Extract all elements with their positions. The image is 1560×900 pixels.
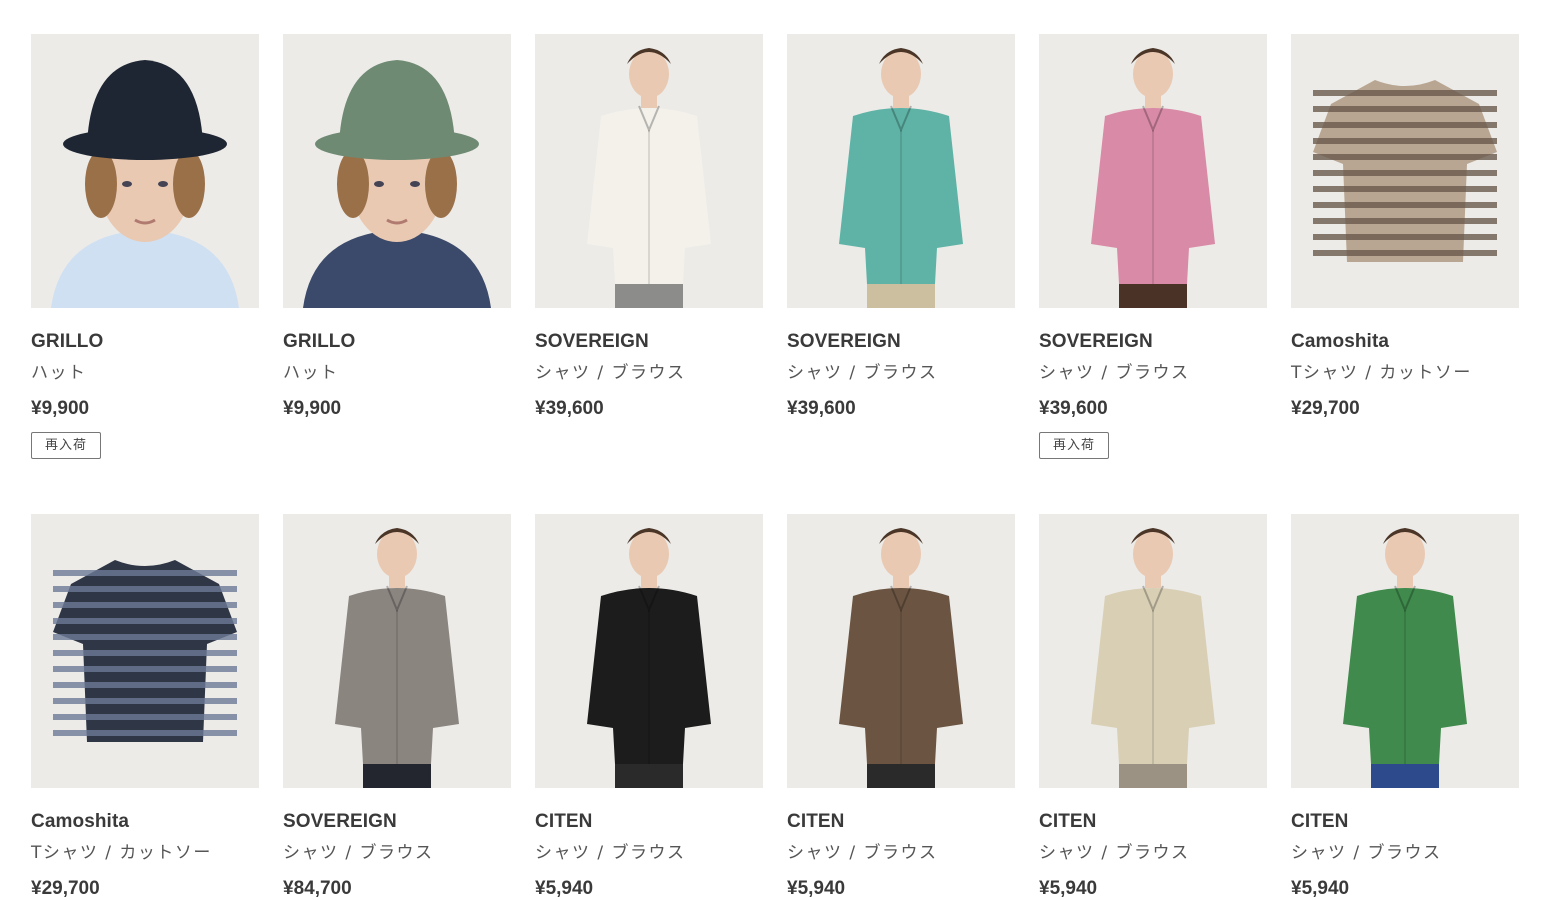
- product-brand[interactable]: CITEN: [535, 810, 763, 834]
- product-category: Tシャツ / カットソー: [1291, 363, 1472, 383]
- product-brand[interactable]: Camoshita: [31, 810, 259, 834]
- product-price: ¥9,900: [31, 398, 90, 419]
- product-price: ¥5,940: [1291, 878, 1350, 899]
- product-card[interactable]: SOVEREIGN シャツ / ブラウス ¥39,600 再入荷: [1039, 34, 1267, 459]
- product-price: ¥29,700: [1291, 398, 1360, 419]
- restock-badge: 再入荷: [1039, 432, 1110, 459]
- pink-shirt-image: [1039, 34, 1267, 308]
- brown-open-collar-shirt-image: [787, 514, 1015, 788]
- product-category: シャツ / ブラウス: [1039, 843, 1190, 863]
- product-image[interactable]: [535, 34, 763, 308]
- restock-badge: 再入荷: [31, 432, 102, 459]
- brown-stripe-tee-image: [1291, 34, 1519, 308]
- product-grid: GRILLO ハット ¥9,900 再入荷 GRILLO ハット ¥9,900 …: [0, 0, 1560, 900]
- product-card[interactable]: GRILLO ハット ¥9,900 再入荷: [31, 34, 259, 459]
- product-price: ¥5,940: [787, 878, 846, 899]
- product-category: シャツ / ブラウス: [535, 363, 686, 383]
- product-card[interactable]: CITEN シャツ / ブラウス ¥5,940: [787, 514, 1015, 900]
- product-image[interactable]: [1291, 514, 1519, 788]
- product-image[interactable]: [31, 34, 259, 308]
- product-card[interactable]: SOVEREIGN シャツ / ブラウス ¥39,600: [535, 34, 763, 421]
- product-category: シャツ / ブラウス: [283, 843, 434, 863]
- green-open-collar-shirt-image: [1291, 514, 1519, 788]
- product-category: ハット: [31, 363, 87, 383]
- product-brand[interactable]: CITEN: [787, 810, 1015, 834]
- product-image[interactable]: [31, 514, 259, 788]
- product-category: シャツ / ブラウス: [1291, 843, 1442, 863]
- product-image[interactable]: [1039, 514, 1267, 788]
- product-card[interactable]: CITEN シャツ / ブラウス ¥5,940: [1039, 514, 1267, 900]
- product-card[interactable]: Camoshita Tシャツ / カットソー ¥29,700: [1291, 34, 1519, 421]
- product-category: シャツ / ブラウス: [535, 843, 686, 863]
- green-bucket-hat-image: [283, 34, 511, 308]
- product-price: ¥29,700: [31, 878, 100, 899]
- product-price: ¥39,600: [1039, 398, 1108, 419]
- product-price: ¥39,600: [535, 398, 604, 419]
- product-image[interactable]: [283, 34, 511, 308]
- teal-shirt-image: [787, 34, 1015, 308]
- product-category: シャツ / ブラウス: [787, 843, 938, 863]
- product-image[interactable]: [787, 514, 1015, 788]
- product-brand[interactable]: SOVEREIGN: [283, 810, 511, 834]
- product-category: シャツ / ブラウス: [1039, 363, 1190, 383]
- product-price: ¥84,700: [283, 878, 352, 899]
- product-price: ¥39,600: [787, 398, 856, 419]
- product-brand[interactable]: CITEN: [1039, 810, 1267, 834]
- product-price: ¥5,940: [535, 878, 594, 899]
- product-brand[interactable]: SOVEREIGN: [787, 330, 1015, 354]
- product-brand[interactable]: GRILLO: [283, 330, 511, 354]
- product-image[interactable]: [787, 34, 1015, 308]
- product-price: ¥5,940: [1039, 878, 1098, 899]
- product-price: ¥9,900: [283, 398, 342, 419]
- navy-bucket-hat-image: [31, 34, 259, 308]
- product-image[interactable]: [283, 514, 511, 788]
- product-card[interactable]: CITEN シャツ / ブラウス ¥5,940: [1291, 514, 1519, 900]
- black-open-collar-shirt-image: [535, 514, 763, 788]
- product-card[interactable]: SOVEREIGN シャツ / ブラウス ¥84,700: [283, 514, 511, 900]
- product-image[interactable]: [1291, 34, 1519, 308]
- product-card[interactable]: SOVEREIGN シャツ / ブラウス ¥39,600: [787, 34, 1015, 421]
- product-card[interactable]: CITEN シャツ / ブラウス ¥5,940: [535, 514, 763, 900]
- product-brand[interactable]: GRILLO: [31, 330, 259, 354]
- product-image[interactable]: [535, 514, 763, 788]
- product-card[interactable]: Camoshita Tシャツ / カットソー ¥29,700: [31, 514, 259, 900]
- navy-stripe-tee-image: [31, 514, 259, 788]
- product-brand[interactable]: SOVEREIGN: [1039, 330, 1267, 354]
- product-category: Tシャツ / カットソー: [31, 843, 212, 863]
- white-shirt-image: [535, 34, 763, 308]
- beige-open-collar-shirt-image: [1039, 514, 1267, 788]
- product-card[interactable]: GRILLO ハット ¥9,900: [283, 34, 511, 421]
- product-brand[interactable]: SOVEREIGN: [535, 330, 763, 354]
- check-jacket-image: [283, 514, 511, 788]
- product-brand[interactable]: CITEN: [1291, 810, 1519, 834]
- product-brand[interactable]: Camoshita: [1291, 330, 1519, 354]
- product-category: シャツ / ブラウス: [787, 363, 938, 383]
- product-category: ハット: [283, 363, 339, 383]
- product-image[interactable]: [1039, 34, 1267, 308]
